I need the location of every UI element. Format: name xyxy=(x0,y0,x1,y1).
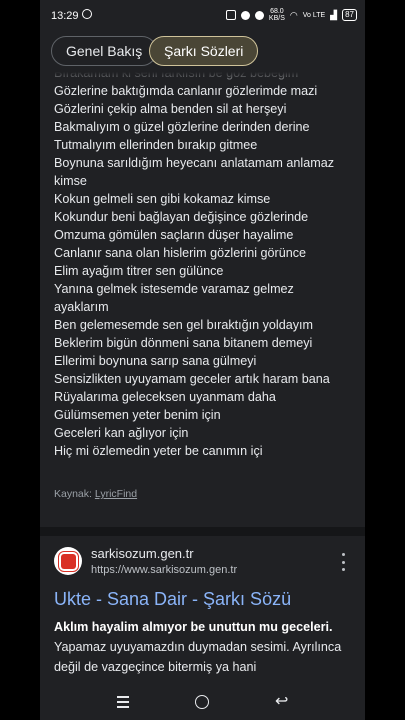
more-options-icon[interactable] xyxy=(336,553,350,571)
alarm-icon xyxy=(240,10,250,20)
lyrics-line: Beklerim bigün dönmeni sana bitanem deme… xyxy=(54,336,313,350)
whatsapp-notification-icon xyxy=(82,9,92,19)
system-nav-bar: ↩ xyxy=(40,684,365,720)
lyrics-text: Bırakamam ki seni farklısın be göz bebeğ… xyxy=(54,64,354,460)
lyrics-line: Hiç mi özlemedin yeter be canımın içi xyxy=(54,444,263,458)
scroll-fade xyxy=(40,72,365,88)
lyrics-line: Gülümsemen yeter benim için xyxy=(54,408,221,422)
lyrics-line: Canlanır sana olan hislerim gözlerini gö… xyxy=(54,246,307,260)
lyrics-line: ayaklarım xyxy=(54,300,109,314)
result-url[interactable]: https://www.sarkisozum.gen.tr xyxy=(91,564,237,576)
lyrics-line: Gözlerini çekip alma benden sil at herşe… xyxy=(54,102,287,116)
lyrics-line: Bakmalıyım o güzel gözlerine derinden de… xyxy=(54,120,310,134)
app-frame: 13:29 68.0 KB/S ◠ Vo LTE ▟ 87 Bırakamam … xyxy=(40,0,365,720)
lyrics-line: Sensizlikten uyuyamam geceler artık hara… xyxy=(54,372,330,386)
lyrics-source: Kaynak: LyricFind xyxy=(54,488,138,500)
lyrics-line: Tutmalıyım ellerinden bırakıp gitmee xyxy=(54,138,258,152)
section-divider xyxy=(40,527,365,536)
lyrics-line: Ellerimi boynuna sarıp sana gülmeyi xyxy=(54,354,257,368)
battery-indicator: 87 xyxy=(342,9,357,21)
status-bar: 13:29 68.0 KB/S ◠ Vo LTE ▟ 87 xyxy=(40,0,365,32)
screenshot-icon xyxy=(225,10,236,20)
status-time: 13:29 xyxy=(51,10,79,22)
lyrics-line: Ben gelemesemde sen gel bıraktığın yolda… xyxy=(54,318,314,332)
home-icon[interactable] xyxy=(195,695,209,709)
lyrics-line: Kokun gelmeli sen gibi kokamaz kimse xyxy=(54,192,271,206)
source-link[interactable]: LyricFind xyxy=(95,488,137,500)
result-snippet: Aklım hayalim almıyor be unuttun mu gece… xyxy=(54,620,342,674)
tab-overview[interactable]: Genel Bakış xyxy=(51,36,158,66)
lyrics-line: Rüyalarıma geleceksen uyanmam daha xyxy=(54,390,276,404)
lyrics-line: Yanına gelmek istesemde varamaz gelmez xyxy=(54,282,294,296)
status-icons: 68.0 KB/S ◠ Vo LTE ▟ 87 xyxy=(225,8,357,22)
lyrics-line: Kokundur beni bağlayan değişince gözleri… xyxy=(54,210,309,224)
lyrics-line: Omzuma gömülen saçların düşer hayalime xyxy=(54,228,294,242)
result-title-link[interactable]: Ukte - Sana Dair - Şarkı Sözü xyxy=(54,589,291,610)
volte-indicator: Vo LTE xyxy=(302,11,326,19)
lyrics-line: kimse xyxy=(54,174,87,188)
result-site-name[interactable]: sarkisozum.gen.tr xyxy=(91,546,194,561)
signal-icon: ▟ xyxy=(330,9,338,20)
lyrics-line: Geceleri kan ağlıyor için xyxy=(54,426,189,440)
tab-lyrics[interactable]: Şarkı Sözleri xyxy=(149,36,259,66)
network-speed: 68.0 KB/S xyxy=(268,8,285,22)
lyrics-line: Boynuna sarıldığım heyecanı anlatamam an… xyxy=(54,156,335,170)
wifi-icon: ◠ xyxy=(289,9,298,20)
lyrics-line: Elim ayağım titrer sen gülünce xyxy=(54,264,224,278)
site-favicon-icon xyxy=(54,547,82,575)
mute-icon xyxy=(254,10,264,20)
result-tabs: Genel Bakış Şarkı Sözleri xyxy=(40,32,365,72)
back-icon[interactable]: ↩ xyxy=(275,694,288,710)
recent-apps-icon[interactable] xyxy=(117,696,129,708)
